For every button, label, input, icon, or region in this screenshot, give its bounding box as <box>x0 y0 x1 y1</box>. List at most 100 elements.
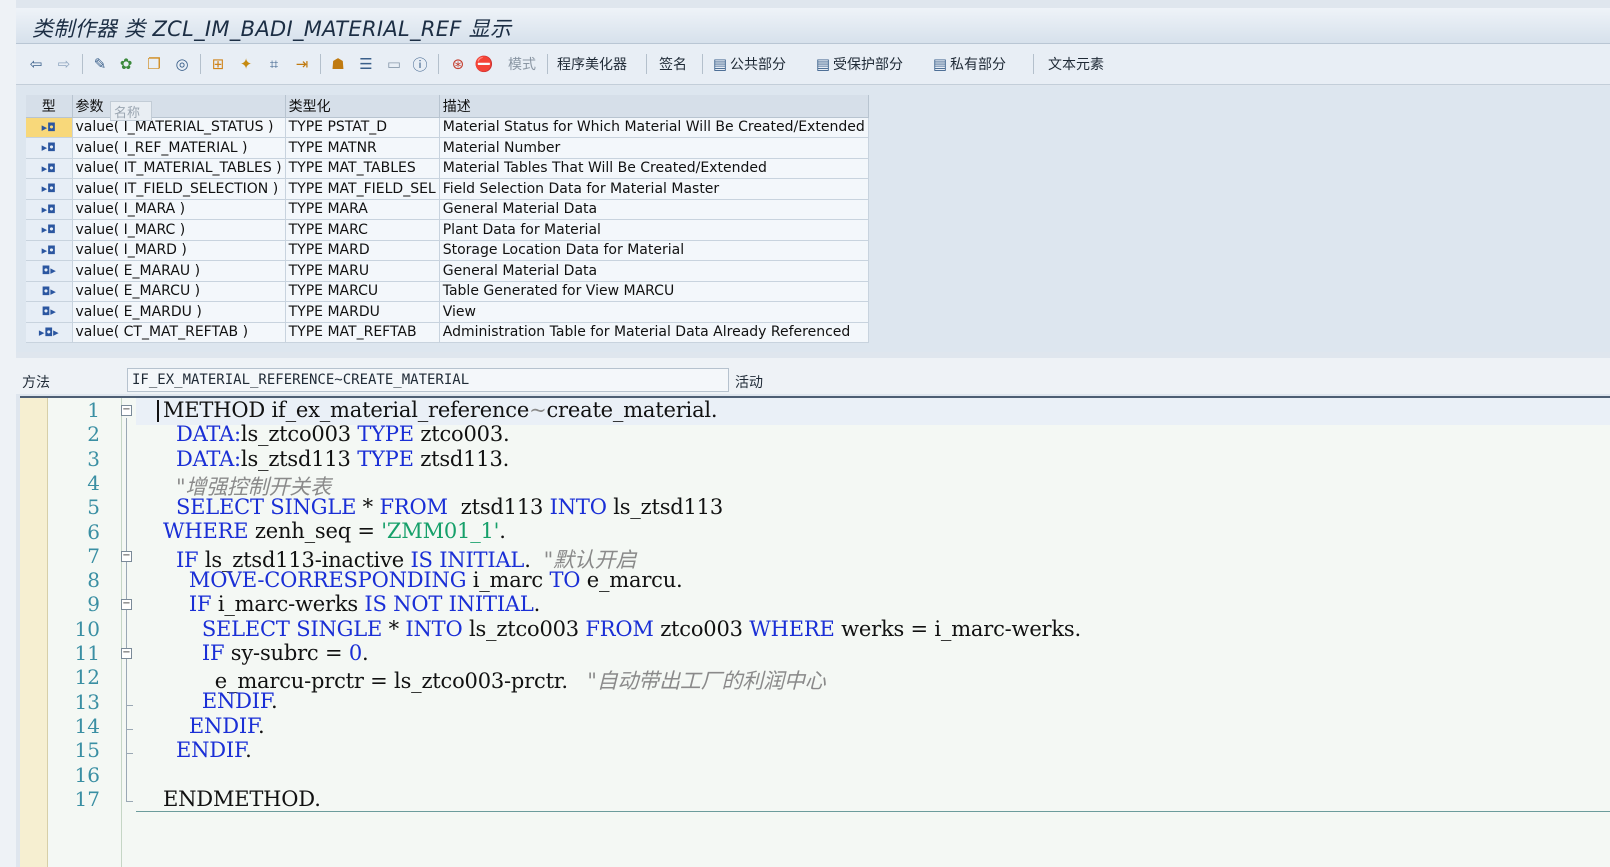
title-bar: 类制作器 类 ZCL_IM_BADI_MATERIAL_REF 显示 <box>16 8 1610 44</box>
parameter-panel: 型 参数 类型化 描述 ▸◘ value( I_MATERIAL_STATUS )… <box>16 86 1610 439</box>
parameter-row[interactable]: ▸◘ value( I_MARD ) TYPE MARD Storage Locati… <box>26 240 869 261</box>
param-desc-cell: General Material Data <box>439 260 869 282</box>
method-status: 活动 <box>735 375 763 391</box>
info-button[interactable]: ⓘ <box>410 53 430 75</box>
text-elements-button[interactable]: 文本元素 <box>1048 53 1104 75</box>
method-field[interactable]: IF_EX_MATERIAL_REFERENCE~CREATE_MATERIAL <box>127 368 729 392</box>
code-line-13: ENDIF. <box>201 689 278 713</box>
fold-toggle[interactable]: − <box>121 648 132 659</box>
test-icon: ◎ <box>175 55 189 73</box>
param-name-cell: value( IT_FIELD_SELECTION ) <box>72 178 286 200</box>
public-section-button[interactable]: ▤ 公共部分 <box>710 53 786 75</box>
toolbar-separator <box>200 54 201 74</box>
parameter-row[interactable]: ▸◘ value( I_MARA ) TYPE MARA General Materi… <box>26 199 869 220</box>
hierarchy-button[interactable]: ☗ <box>328 53 348 75</box>
fold-toggle[interactable]: − <box>121 405 132 416</box>
wizard-button[interactable]: ✦ <box>236 53 256 75</box>
param-name-cell: value( I_MARC ) <box>72 219 286 241</box>
param-type-cell: TYPE MARA <box>285 199 440 220</box>
pattern-button[interactable]: ⌗ <box>264 53 284 75</box>
navigate-button[interactable]: ⇥ <box>292 53 312 75</box>
line-number: 1 <box>87 398 100 422</box>
parameter-row[interactable]: ◘▸ value( E_MARDU ) TYPE MARDU View <box>26 301 869 323</box>
pretty-printer-label: 程序美化器 <box>557 57 627 73</box>
check-button[interactable]: ✿ <box>116 53 136 75</box>
parameter-row[interactable]: ▸◘ value( I_MATERIAL_STATUS ) TYPE PSTAT_D… <box>26 117 869 138</box>
line-number: 4 <box>87 470 100 495</box>
param-desc-cell: Field Selection Data for Material Master <box>439 178 869 200</box>
code-line-3: DATA:ls_ztsd113 TYPE ztsd113. <box>175 447 510 471</box>
parameter-row[interactable]: ▸◘▸ value( CT_MAT_REFTAB ) TYPE MAT_REFTAB… <box>26 322 869 343</box>
line-number: 12 <box>74 665 100 690</box>
parameter-row[interactable]: ▸◘ value( I_MARC ) TYPE MARC Plant Data for… <box>26 219 869 241</box>
breakpoint-button[interactable]: ⊛ <box>448 53 468 75</box>
fold-toggle[interactable]: − <box>121 599 132 610</box>
parameter-row[interactable]: ▸◘ value( I_REF_MATERIAL ) TYPE MATNR Mater… <box>26 137 869 159</box>
parameter-row[interactable]: ▸◘ value( IT_MATERIAL_TABLES ) TYPE MAT_TA… <box>26 158 869 179</box>
signature-button[interactable]: 签名 <box>659 53 687 75</box>
param-kind-icon: ▸◘ <box>26 219 73 241</box>
external-breakpoint-button[interactable]: ⛔ <box>474 53 494 75</box>
parameter-table-header: 型 参数 类型化 描述 <box>26 95 869 118</box>
param-kind-icon: ▸◘ <box>26 199 73 220</box>
param-desc-cell: Table Generated for View MARCU <box>439 281 869 302</box>
mode-button[interactable]: 模式 <box>508 53 536 75</box>
code-line-14: ENDIF. <box>188 714 265 738</box>
end-of-code-rule <box>136 811 1610 812</box>
edit-toggle-icon: ✎ <box>93 55 107 73</box>
parameter-row[interactable]: ◘▸ value( E_MARCU ) TYPE MARCU Table Genera… <box>26 281 869 302</box>
wand-icon: ✦ <box>239 55 253 73</box>
info-icon: ⓘ <box>412 55 428 74</box>
layout-button[interactable]: ▭ <box>384 53 404 75</box>
breakpoint-icon: ⊛ <box>451 55 465 73</box>
param-desc-cell: Plant Data for Material <box>439 219 869 241</box>
back-button[interactable]: ⇦ <box>26 53 46 75</box>
line-number: 2 <box>87 422 100 447</box>
col-type-header[interactable]: 类型化 <box>285 95 440 118</box>
param-kind-icon: ▸◘▸ <box>26 322 73 343</box>
param-kind-icon: ◘▸ <box>26 281 73 302</box>
line-number: 7 <box>87 543 100 568</box>
col-kind-header[interactable]: 型 <box>26 95 73 118</box>
forward-button[interactable]: ⇨ <box>54 53 74 75</box>
object-list-button[interactable]: ☰ <box>356 53 376 75</box>
code-editor[interactable]: 1 2 3 4 5 6 7 8 9 10 11 12 13 14 15 16 17 − − − − METHOD… <box>20 396 1610 867</box>
fold-gutter <box>102 398 122 867</box>
activate-button[interactable]: ❐ <box>144 53 164 75</box>
param-name-cell: value( I_REF_MATERIAL ) <box>72 137 286 159</box>
parameter-row[interactable]: ▸◘ value( IT_FIELD_SELECTION ) TYPE MAT_FI… <box>26 178 869 200</box>
col-param-header[interactable]: 参数 <box>72 95 286 118</box>
stop-icon: ⛔ <box>474 55 494 73</box>
line-number: 15 <box>74 738 100 763</box>
fold-toggle[interactable]: − <box>121 551 132 562</box>
parameter-row[interactable]: ◘▸ value( E_MARAU ) TYPE MARU General Mater… <box>26 260 869 282</box>
document-icon: ▤ <box>712 55 728 73</box>
breakpoint-gutter[interactable] <box>20 398 48 867</box>
line-number: 10 <box>74 616 100 641</box>
text-elements-label: 文本元素 <box>1048 57 1104 73</box>
param-type-cell: TYPE MAT_TABLES <box>285 158 440 179</box>
code-line-1: METHOD if_ex_material_reference~create_m… <box>163 398 718 422</box>
line-number: 17 <box>74 786 100 811</box>
line-number: 5 <box>87 495 100 520</box>
method-row: 方法 IF_EX_MATERIAL_REFERENCE~CREATE_MATER… <box>16 358 1610 394</box>
code-line-2: DATA:ls_ztco003 TYPE ztco003. <box>175 422 510 446</box>
toolbar-separator <box>646 54 647 74</box>
where-used-button[interactable]: ⊞ <box>208 53 228 75</box>
protected-section-label: 受保护部分 <box>833 57 903 73</box>
protected-section-button[interactable]: ▤ 受保护部分 <box>813 53 903 75</box>
col-desc-header[interactable]: 描述 <box>439 95 869 118</box>
pretty-printer-button[interactable]: 程序美化器 <box>557 53 627 75</box>
test-button[interactable]: ◎ <box>172 53 192 75</box>
toolbar-separator <box>82 54 83 74</box>
toolbar-separator <box>702 54 703 74</box>
public-section-label: 公共部分 <box>730 57 786 73</box>
param-type-cell: TYPE MARU <box>285 260 440 282</box>
private-section-button[interactable]: ▤ 私有部分 <box>930 53 1006 75</box>
param-kind-icon: ◘▸ <box>26 301 73 323</box>
param-type-cell: TYPE MAT_FIELD_SEL <box>285 178 440 200</box>
param-desc-cell: Storage Location Data for Material <box>439 240 869 261</box>
hierarchy-icon: ☗ <box>331 55 345 73</box>
param-type-cell: TYPE MARDU <box>285 301 440 323</box>
display-change-button[interactable]: ✎ <box>90 53 110 75</box>
